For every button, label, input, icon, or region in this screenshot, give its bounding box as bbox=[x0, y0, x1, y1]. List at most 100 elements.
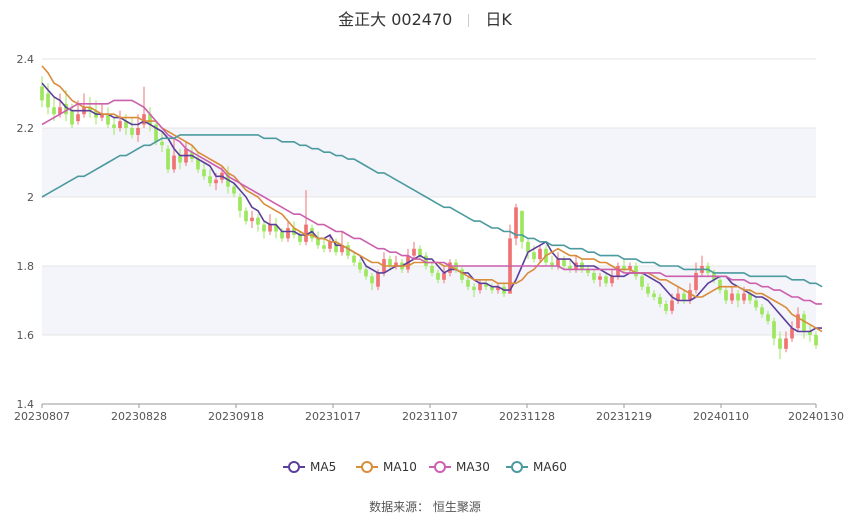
candle-body bbox=[520, 210, 524, 242]
data-source: 数据来源： 恒生聚源 bbox=[369, 500, 481, 514]
candle-body bbox=[250, 217, 254, 222]
candle-body bbox=[130, 128, 134, 135]
candle-body bbox=[460, 269, 464, 280]
candle-body bbox=[142, 114, 146, 125]
candle-body bbox=[316, 238, 320, 246]
candle-body bbox=[742, 293, 746, 301]
y-tick-label: 2.4 bbox=[17, 53, 35, 66]
candle-body bbox=[532, 252, 536, 260]
x-tick-label: 20240130 bbox=[788, 410, 844, 423]
candle-body bbox=[40, 86, 44, 101]
candle-body bbox=[724, 290, 728, 301]
grid-lines bbox=[42, 58, 816, 405]
legend-label-ma10: MA10 bbox=[383, 460, 417, 474]
grid-bands bbox=[42, 128, 816, 335]
candle-body bbox=[778, 338, 782, 349]
candle-body bbox=[466, 279, 470, 287]
candle-body bbox=[646, 286, 650, 294]
candle-body bbox=[442, 272, 446, 280]
legend-marker-ma30 bbox=[434, 461, 446, 473]
candle-body bbox=[448, 262, 452, 273]
candle-body bbox=[694, 272, 698, 291]
candle-body bbox=[718, 279, 722, 291]
y-tick-label: 2.2 bbox=[17, 122, 35, 135]
candle-body bbox=[664, 303, 668, 311]
candle-body bbox=[760, 307, 764, 315]
candle-body bbox=[166, 148, 170, 170]
candle-body bbox=[172, 155, 176, 170]
candle-body bbox=[802, 314, 806, 332]
x-tick-label: 20231128 bbox=[499, 410, 555, 423]
candle-body bbox=[112, 124, 116, 128]
candle-body bbox=[730, 293, 734, 301]
candle-body bbox=[814, 335, 818, 346]
candle-body bbox=[670, 300, 674, 311]
x-tick-label: 20230828 bbox=[111, 410, 167, 423]
candle-body bbox=[286, 228, 290, 239]
candle-body bbox=[346, 245, 350, 256]
candle-body bbox=[640, 276, 644, 287]
candle-body bbox=[256, 217, 260, 225]
candle-body bbox=[160, 141, 164, 146]
candle-body bbox=[784, 338, 788, 349]
candle-body bbox=[652, 293, 656, 298]
candle-body bbox=[232, 186, 236, 194]
candle-body bbox=[376, 272, 380, 287]
candle-body bbox=[388, 259, 392, 266]
candle-body bbox=[754, 300, 758, 308]
candle-body bbox=[136, 128, 140, 135]
candle-body bbox=[70, 110, 74, 125]
candle-body bbox=[352, 255, 356, 263]
candle-body bbox=[472, 286, 476, 291]
candle-body bbox=[598, 276, 602, 280]
candle-body bbox=[424, 255, 428, 266]
candle-body bbox=[436, 272, 440, 280]
candle-body bbox=[736, 293, 740, 301]
x-tick-label: 20231017 bbox=[305, 410, 361, 423]
candle-body bbox=[358, 262, 362, 270]
candle-body bbox=[430, 266, 434, 273]
legend-marker-ma60 bbox=[511, 461, 523, 473]
candle-body bbox=[208, 176, 212, 184]
candle-body bbox=[118, 121, 122, 128]
candle-body bbox=[478, 283, 482, 291]
candle-body bbox=[418, 248, 422, 256]
legend: MA5 MA10 MA30 MA60 bbox=[283, 460, 567, 474]
candle-body bbox=[238, 197, 242, 211]
candle-body bbox=[604, 276, 608, 284]
grid-band bbox=[42, 128, 816, 197]
y-tick-label: 2 bbox=[27, 191, 34, 204]
candle-body bbox=[328, 241, 332, 249]
candle-body bbox=[364, 269, 368, 277]
legend-marker-ma10 bbox=[361, 461, 373, 473]
candle-body bbox=[304, 224, 308, 242]
candle-body bbox=[214, 179, 218, 184]
candle-body bbox=[616, 266, 620, 277]
y-tick-label: 1.6 bbox=[17, 329, 35, 342]
candle-body bbox=[280, 231, 284, 239]
x-tick-label: 20230918 bbox=[208, 410, 264, 423]
legend-marker-ma5 bbox=[288, 461, 300, 473]
candle-body bbox=[370, 276, 374, 284]
candle-body bbox=[262, 224, 266, 232]
y-tick-label: 1.8 bbox=[17, 260, 35, 273]
legend-label-ma60: MA60 bbox=[533, 460, 567, 474]
kline-chart: 2.42.221.81.61.4 20230807 20230828 2023091… bbox=[14, 53, 844, 474]
candle-body bbox=[178, 155, 182, 163]
legend-label-ma30: MA30 bbox=[456, 460, 490, 474]
candle-body bbox=[592, 272, 596, 280]
y-axis: 2.42.221.81.61.4 bbox=[17, 53, 35, 411]
legend-label-ma5: MA5 bbox=[310, 460, 336, 474]
x-tick-label: 20230807 bbox=[14, 410, 70, 423]
x-tick-label: 20231107 bbox=[402, 410, 458, 423]
candle-body bbox=[556, 259, 560, 266]
candle-body bbox=[682, 293, 686, 301]
candle-body bbox=[202, 169, 206, 177]
candle-body bbox=[322, 245, 326, 249]
candle-body bbox=[634, 266, 638, 277]
x-axis: 20230807 20230828 20230918 20231017 20231107… bbox=[14, 403, 844, 423]
candle-body bbox=[412, 248, 416, 256]
x-tick-label: 20240110 bbox=[693, 410, 749, 423]
candle-body bbox=[766, 314, 770, 322]
candle-body bbox=[610, 276, 614, 284]
